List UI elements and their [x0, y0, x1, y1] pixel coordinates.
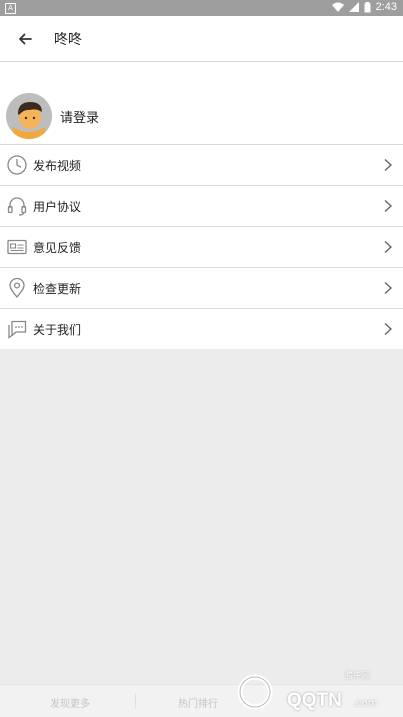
status-bar: A 2:43 [0, 0, 403, 16]
user-avatar-icon [6, 93, 52, 139]
clock-icon [7, 155, 27, 175]
menu-item-label: 意见反馈 [33, 241, 82, 255]
chevron-right-icon [384, 322, 393, 336]
chevron-right-icon [384, 240, 393, 254]
menu-item-user-agreement[interactable]: 用户协议 [0, 186, 403, 227]
watermark-brand: QQTN [287, 690, 342, 711]
watermark: QQTN 腾牛网 .com [229, 668, 397, 714]
chat-icon [8, 320, 27, 339]
watermark-domain: .com [353, 698, 378, 709]
menu-item-label: 用户协议 [33, 200, 82, 214]
chevron-right-icon [384, 199, 393, 213]
battery-icon [364, 1, 371, 12]
menu-item-check-update[interactable]: 检查更新 [0, 268, 403, 309]
tab-divider [135, 693, 136, 709]
avatar[interactable] [6, 93, 52, 139]
card-icon [7, 239, 27, 255]
menu-item-label: 检查更新 [33, 282, 82, 296]
watermark-small-text: 腾牛网 [345, 671, 369, 680]
status-time: 2:43 [375, 1, 397, 13]
main-content: 请登录 发布视频 用户协议 意见反馈 检查更新 关于我们 [0, 62, 403, 349]
watermark-logo-icon [237, 674, 273, 710]
menu-item-label: 发布视频 [33, 159, 82, 173]
chevron-right-icon [384, 281, 393, 295]
menu-item-feedback[interactable]: 意见反馈 [0, 227, 403, 268]
profile-section[interactable]: 请登录 [0, 62, 403, 145]
location-pin-icon [9, 277, 25, 299]
login-prompt[interactable]: 请登录 [60, 107, 99, 126]
tab-hot-ranking[interactable]: 热门排行 [178, 695, 218, 710]
wifi-icon [331, 2, 344, 12]
page-title: 咚咚 [54, 32, 82, 48]
back-arrow-icon[interactable] [14, 28, 36, 50]
menu-item-about-us[interactable]: 关于我们 [0, 309, 403, 349]
headset-icon [7, 197, 27, 216]
status-icons: 2:43 [331, 1, 397, 13]
menu-item-publish-video[interactable]: 发布视频 [0, 145, 403, 186]
chevron-right-icon [384, 158, 393, 172]
app-bar: 咚咚 [0, 16, 403, 62]
notification-icon: A [5, 3, 16, 14]
signal-icon [348, 2, 359, 12]
tab-discover[interactable]: 发现更多 [50, 695, 90, 710]
menu-item-label: 关于我们 [33, 323, 82, 337]
